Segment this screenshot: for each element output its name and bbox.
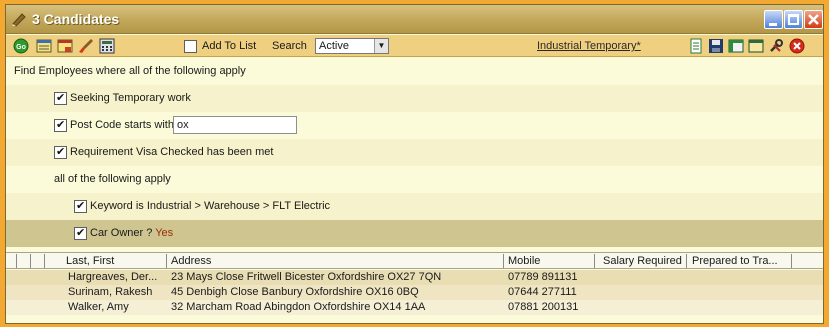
column-divider[interactable] xyxy=(686,254,687,268)
minimize-button[interactable] xyxy=(764,10,783,29)
postcode-input[interactable]: ox xyxy=(173,116,297,134)
cancel-icon[interactable] xyxy=(789,38,805,54)
cell-name: Walker, Amy xyxy=(68,301,129,313)
search-status-select[interactable]: Active ▼ xyxy=(315,38,389,54)
save-icon[interactable] xyxy=(708,38,724,54)
criteria-row-keyword[interactable]: Keyword is Industrial > Warehouse > FLT … xyxy=(6,193,823,220)
grid-header: Last, First Address Mobile Salary Requir… xyxy=(6,252,823,269)
column-divider[interactable] xyxy=(44,254,45,268)
column-divider[interactable] xyxy=(30,254,31,268)
criteria-heading: Find Employees where all of the followin… xyxy=(14,65,246,77)
add-to-list-checkbox[interactable] xyxy=(184,40,197,53)
cell-mobile: 07789 891131 xyxy=(508,271,578,283)
car-owner-text: Car Owner ? Yes xyxy=(90,227,173,239)
column-divider[interactable] xyxy=(791,254,792,268)
car-owner-checkbox[interactable] xyxy=(74,226,87,240)
criteria-row-car-owner[interactable]: Car Owner ? Yes xyxy=(6,220,823,247)
keyword-checkbox[interactable] xyxy=(74,199,87,213)
column-header-salary[interactable]: Salary Required xyxy=(603,255,682,267)
seeking-checkbox[interactable] xyxy=(54,91,67,105)
visa-label: Requirement Visa Checked has been met xyxy=(70,146,274,158)
column-header-travel[interactable]: Prepared to Tra... xyxy=(692,255,778,267)
column-header-mobile[interactable]: Mobile xyxy=(508,255,540,267)
criteria-row-visa[interactable]: Requirement Visa Checked has been met xyxy=(6,139,823,166)
brush-icon[interactable] xyxy=(78,38,94,54)
criteria-row-postcode[interactable]: Post Code starts with ox xyxy=(6,112,823,139)
window-title: 3 Candidates xyxy=(32,11,120,27)
cell-mobile: 07881 200131 xyxy=(508,301,579,313)
close-x-icon xyxy=(808,14,819,25)
table-row[interactable]: Surinam, Rakesh 45 Denbigh Close Banbury… xyxy=(6,285,823,300)
car-owner-label: Car Owner ? xyxy=(90,227,153,239)
window-green-icon[interactable] xyxy=(728,38,744,54)
column-divider[interactable] xyxy=(166,254,167,268)
criteria-row-seeking[interactable]: Seeking Temporary work xyxy=(6,85,823,112)
seeking-label: Seeking Temporary work xyxy=(70,92,191,104)
cell-name: Hargreaves, Der... xyxy=(68,271,158,283)
car-owner-value: Yes xyxy=(155,227,174,239)
column-divider[interactable] xyxy=(594,254,595,268)
column-divider[interactable] xyxy=(503,254,504,268)
keyword-label: Keyword is Industrial > Warehouse > FLT … xyxy=(90,200,331,212)
criteria-panel: Find Employees where all of the followin… xyxy=(6,58,823,247)
document-icon[interactable] xyxy=(688,38,704,54)
cell-name: Surinam, Rakesh xyxy=(68,286,153,298)
cell-address: 23 Mays Close Fritwell Bicester Oxfordsh… xyxy=(171,271,442,283)
cell-mobile: 07644 277111 xyxy=(508,286,577,298)
visa-checkbox[interactable] xyxy=(54,145,67,159)
cell-address: 32 Marcham Road Abingdon Oxfordshire OX1… xyxy=(171,301,426,313)
chevron-down-icon[interactable]: ▼ xyxy=(374,39,388,53)
search-status-value: Active xyxy=(319,40,349,52)
maximize-button[interactable] xyxy=(784,10,803,29)
window-yellow-icon[interactable] xyxy=(748,38,764,54)
svg-text:Go: Go xyxy=(16,44,26,51)
criteria-heading-row: Find Employees where all of the followin… xyxy=(6,58,823,85)
maximize-icon xyxy=(788,14,799,25)
postcode-label: Post Code starts with xyxy=(70,119,174,131)
table-row[interactable]: Walker, Amy 32 Marcham Road Abingdon Oxf… xyxy=(6,300,823,315)
list-icon[interactable] xyxy=(36,38,52,54)
pencil-icon xyxy=(12,13,26,27)
close-button[interactable] xyxy=(804,10,823,29)
column-divider[interactable] xyxy=(16,254,17,268)
list-export-icon[interactable] xyxy=(57,38,73,54)
column-header-name[interactable]: Last, First xyxy=(66,255,114,267)
subgroup-heading: all of the following apply xyxy=(54,173,171,185)
column-header-address[interactable]: Address xyxy=(171,255,211,267)
candidates-window: 3 Candidates Go Add To List Search Activ… xyxy=(5,4,824,324)
cell-address: 45 Denbigh Close Banbury Oxfordshire OX1… xyxy=(171,286,419,298)
add-to-list-label: Add To List xyxy=(202,40,257,52)
go-icon[interactable]: Go xyxy=(13,38,29,54)
tools-icon[interactable] xyxy=(768,38,784,54)
calculator-icon[interactable] xyxy=(99,38,115,54)
saved-search-link[interactable]: Industrial Temporary* xyxy=(537,40,641,52)
search-label: Search xyxy=(272,40,307,52)
toolbar: Go Add To List Search Active ▼ Industria… xyxy=(6,35,823,57)
title-bar[interactable]: 3 Candidates xyxy=(6,5,823,34)
minimize-icon xyxy=(769,23,777,26)
table-row[interactable]: Hargreaves, Der... 23 Mays Close Fritwel… xyxy=(6,270,823,285)
criteria-subgroup-row: all of the following apply xyxy=(6,166,823,193)
postcode-checkbox[interactable] xyxy=(54,118,67,132)
